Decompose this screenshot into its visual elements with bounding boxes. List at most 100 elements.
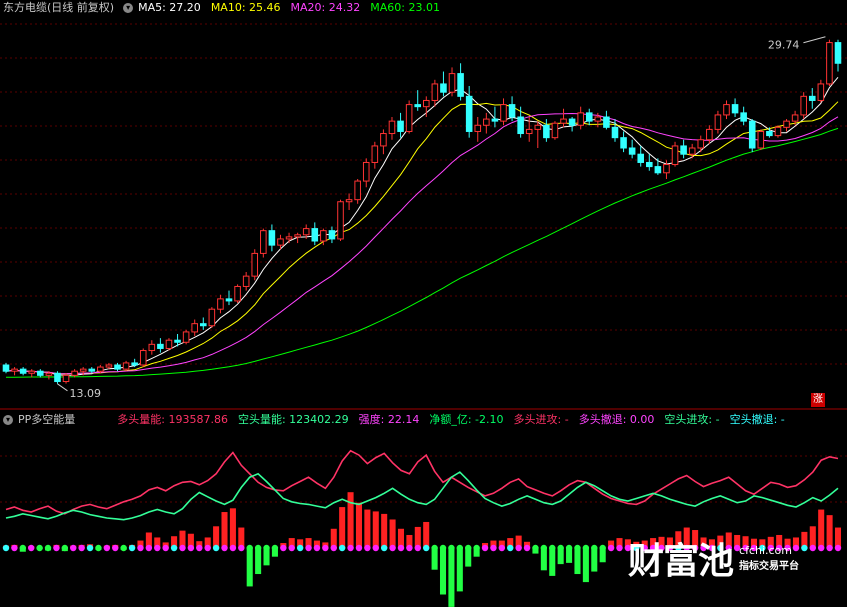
candle bbox=[191, 319, 198, 337]
candle-body bbox=[225, 298, 233, 302]
candle bbox=[2, 362, 10, 374]
signal-dot bbox=[263, 544, 270, 552]
candle bbox=[328, 226, 336, 244]
candle-body bbox=[251, 252, 259, 277]
signal-dot bbox=[296, 544, 304, 552]
net-bar bbox=[423, 521, 430, 548]
candle-body bbox=[620, 137, 627, 149]
net-bar bbox=[818, 509, 825, 548]
signal-dot bbox=[204, 544, 211, 552]
net-bar bbox=[574, 548, 581, 575]
candle-body bbox=[2, 364, 10, 372]
net-bar bbox=[221, 512, 228, 548]
candle bbox=[543, 119, 550, 142]
candle-body bbox=[508, 104, 516, 118]
candle bbox=[251, 249, 259, 281]
candle-body bbox=[671, 145, 679, 166]
signal-dot bbox=[574, 544, 581, 552]
net-bar bbox=[456, 548, 463, 592]
signal-dot bbox=[372, 544, 379, 552]
candle bbox=[714, 110, 722, 134]
candle-body bbox=[45, 372, 53, 376]
candle bbox=[628, 139, 636, 159]
candle-body bbox=[54, 372, 61, 383]
candle bbox=[311, 222, 319, 246]
signal-dot bbox=[61, 544, 69, 552]
candle-body bbox=[628, 147, 636, 155]
candle-body bbox=[697, 139, 705, 149]
signal-dot bbox=[599, 544, 606, 552]
candle bbox=[620, 131, 627, 153]
candle-body bbox=[431, 83, 439, 101]
price-chart[interactable]: 29.74 13.09 bbox=[0, 0, 847, 410]
candle-body bbox=[517, 116, 524, 135]
signal-dot bbox=[532, 544, 539, 552]
candle bbox=[671, 141, 679, 167]
signal-dot bbox=[196, 544, 203, 552]
candle bbox=[414, 90, 421, 111]
candle bbox=[157, 338, 164, 353]
candle-body bbox=[440, 83, 447, 93]
candle-body bbox=[79, 368, 87, 372]
candle bbox=[646, 154, 653, 171]
candle bbox=[731, 98, 739, 117]
signal-dot bbox=[305, 544, 312, 552]
candle-body bbox=[800, 95, 807, 116]
high-price-label: 29.74 bbox=[768, 39, 800, 52]
candle bbox=[19, 367, 27, 376]
candle-body bbox=[740, 112, 747, 122]
candle-body bbox=[88, 368, 96, 372]
candle-body bbox=[345, 199, 353, 203]
candle bbox=[354, 179, 361, 204]
candle-body bbox=[19, 368, 27, 374]
candle bbox=[242, 272, 250, 291]
ma10-line bbox=[5, 101, 839, 375]
signal-dot bbox=[271, 544, 279, 552]
candle-body bbox=[714, 114, 722, 130]
candle bbox=[483, 112, 490, 134]
net-bar bbox=[355, 502, 362, 548]
signal-dot bbox=[187, 544, 195, 552]
signal-dot bbox=[254, 544, 262, 552]
signal-dot bbox=[834, 544, 842, 552]
candle-body bbox=[148, 343, 156, 352]
candle bbox=[560, 108, 567, 128]
candle-body bbox=[28, 370, 36, 374]
net-bar bbox=[339, 507, 346, 548]
candle bbox=[208, 307, 216, 328]
net-bar bbox=[826, 515, 833, 548]
signal-dot bbox=[36, 544, 43, 552]
candle-body bbox=[234, 285, 241, 302]
candle bbox=[388, 117, 396, 140]
candle-body bbox=[731, 104, 739, 114]
net-bar bbox=[364, 509, 371, 548]
signal-dot bbox=[103, 544, 111, 552]
candle-body bbox=[560, 118, 567, 124]
candle bbox=[808, 88, 816, 109]
signal-dot bbox=[179, 544, 186, 552]
signal-dot bbox=[330, 544, 337, 552]
candle bbox=[225, 290, 233, 306]
candle-body bbox=[414, 104, 421, 108]
candle bbox=[371, 141, 379, 169]
candle-body bbox=[165, 339, 173, 349]
candle-body bbox=[277, 238, 284, 246]
signal-dot bbox=[406, 544, 413, 552]
candle bbox=[774, 125, 782, 138]
signal-dot bbox=[607, 544, 615, 552]
candle-body bbox=[337, 201, 344, 240]
bear-volume-line bbox=[5, 471, 839, 521]
candle bbox=[826, 39, 833, 86]
candle-body bbox=[122, 362, 130, 370]
candle-body bbox=[423, 99, 430, 108]
candle bbox=[182, 329, 190, 345]
candle-body bbox=[199, 323, 207, 327]
signal-dot bbox=[154, 544, 161, 552]
signal-dot bbox=[19, 544, 27, 552]
signal-dot bbox=[549, 544, 556, 552]
candle-body bbox=[808, 95, 816, 101]
net-bar bbox=[582, 548, 589, 583]
candle-body bbox=[208, 308, 216, 327]
candle bbox=[285, 232, 293, 244]
net-bar bbox=[381, 513, 388, 548]
